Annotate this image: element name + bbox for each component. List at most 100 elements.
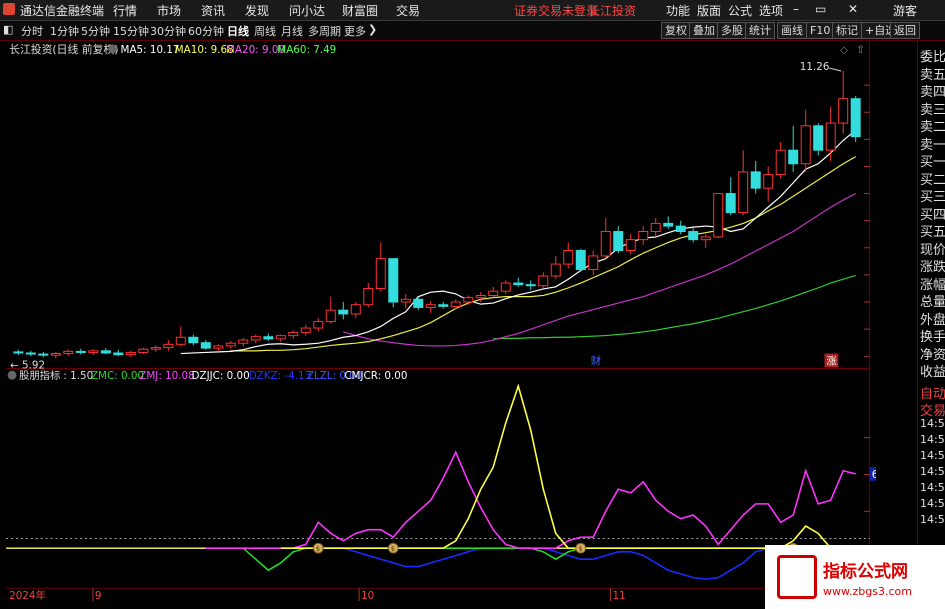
menu-wealth[interactable]: 财富圈 [342, 2, 378, 19]
menu-ask[interactable]: 问小达 [289, 2, 325, 19]
login-status[interactable]: 证券交易未登录 [514, 2, 598, 19]
candle-up [625, 239, 636, 251]
candle-up [763, 174, 774, 189]
menu-discover[interactable]: 发现 [245, 2, 269, 19]
signal-coin-glyph: $ [391, 545, 395, 553]
x-axis-label-oct: 10 [361, 590, 374, 601]
zmj-label: ZMJ: 10.08 [139, 370, 194, 382]
sidebar-item[interactable]: 涨幅 [920, 274, 945, 293]
sidebar-item[interactable]: 买五 [920, 221, 945, 240]
mark-button[interactable]: 标记 [832, 22, 862, 39]
candle-up [475, 295, 486, 299]
menu-formula[interactable]: 公式 [728, 2, 752, 19]
candle-down [263, 336, 274, 340]
period-tab-5min[interactable]: 5分钟 [81, 23, 110, 39]
adjust-button[interactable]: 复权 [661, 22, 691, 39]
sidebar-item[interactable]: 收益 [920, 361, 945, 380]
menu-market[interactable]: 市场 [157, 2, 181, 19]
draw-line-button[interactable]: 画线 [777, 22, 807, 39]
guest-label[interactable]: 游客 [893, 2, 917, 19]
sidebar-item[interactable]: 卖五 [920, 64, 945, 83]
candle-up [250, 336, 261, 341]
period-tab-multi[interactable]: 多周期 [308, 23, 341, 39]
period-tab-15min[interactable]: 15分钟 [113, 23, 149, 39]
sidebar-item[interactable]: 外盘 [920, 309, 945, 328]
period-tab-weekly[interactable]: 周线 [254, 23, 276, 39]
menu-function[interactable]: 功能 [666, 2, 690, 19]
close-icon[interactable]: ✕ [848, 2, 858, 16]
statistics-button[interactable]: 统计 [745, 22, 775, 39]
period-tab-30min[interactable]: 30分钟 [150, 23, 186, 39]
minimize-icon[interactable]: – [793, 2, 799, 16]
candle-up [288, 331, 299, 337]
candle-up [738, 171, 749, 214]
candle-up [450, 301, 461, 307]
candle-up [300, 327, 311, 333]
menu-options[interactable]: 选项 [759, 2, 783, 19]
ma-settings-icon[interactable] [108, 44, 118, 54]
period-tab-60min[interactable]: 60分钟 [188, 23, 224, 39]
limit-up-marker[interactable]: 涨 [826, 355, 837, 367]
back-button[interactable]: 返回 [890, 22, 920, 39]
indicator-param: : 1.50 [63, 370, 93, 382]
period-tab-intraday[interactable]: 分时 [21, 23, 43, 39]
candle-up [463, 297, 474, 303]
period-tab-1min[interactable]: 1分钟 [50, 23, 79, 39]
overlay-button[interactable]: 叠加 [689, 22, 719, 39]
scroll-up-icon[interactable]: ⇧ [856, 43, 865, 56]
period-tab-monthly[interactable]: 月线 [281, 23, 303, 39]
sidebar-item[interactable]: 买三 [920, 186, 945, 205]
ma10-label: MA10: 9.68 [175, 44, 234, 56]
candle-down [813, 125, 824, 151]
sidebar-item[interactable]: 委比 [920, 46, 945, 65]
period-tab-daily[interactable]: 日线 [227, 23, 249, 39]
watermark-title: 指标公式网 [823, 562, 908, 582]
period-tab-more[interactable]: 更多 [344, 23, 366, 39]
sidebar-time: 14:56 [920, 497, 945, 510]
sidebar-item[interactable]: 卖一 [920, 134, 945, 153]
sidebar-item[interactable]: 总量 [920, 291, 945, 310]
candle-up [63, 350, 74, 355]
watermark: 指标公式网 www.zbgs3.com [765, 545, 945, 609]
sidebar-item[interactable]: 涨跌 [920, 256, 945, 275]
sidebar-item[interactable]: 卖二 [920, 116, 945, 135]
candle-up [638, 231, 649, 241]
ma20-label: MA20: 9.00 [226, 44, 285, 56]
chevron-right-icon[interactable]: ❯ [368, 23, 377, 36]
menu-layout[interactable]: 版面 [697, 2, 721, 19]
sidebar-item[interactable]: 买四 [920, 204, 945, 223]
candle-up [275, 335, 286, 340]
candle-up [213, 345, 224, 349]
finance-marker[interactable]: 财 [591, 354, 601, 367]
candle-down [13, 351, 24, 354]
x-axis-label-sep: 9 [95, 590, 102, 601]
menu-news[interactable]: 资讯 [201, 2, 225, 19]
candle-up [775, 149, 786, 176]
multi-stock-button[interactable]: 多股 [717, 22, 747, 39]
sidebar-item[interactable]: 换手 [920, 326, 945, 345]
candle-up [375, 258, 386, 289]
sidebar-item[interactable]: 现价 [920, 239, 945, 258]
sidebar-item[interactable]: 净资 [920, 344, 945, 363]
indicator-settings-icon[interactable] [7, 370, 17, 380]
sidebar-toggle-icon[interactable]: ◧ [3, 23, 13, 36]
low-price-label: ← 5.92 [10, 359, 45, 371]
sidebar-item[interactable]: 卖四 [920, 81, 945, 100]
candle-up [400, 298, 411, 303]
candle-down [663, 222, 674, 227]
candle-down [788, 149, 799, 165]
sidebar-item[interactable]: 买二 [920, 169, 945, 188]
candle-up [325, 309, 336, 323]
kline-chart-panel[interactable]: 长江投资(日线 前复权) MA5: 10.17 MA10: 9.68 MA20:… [0, 41, 876, 601]
sidebar-item[interactable]: 卖三 [920, 99, 945, 118]
watermark-logo-icon [777, 555, 817, 599]
sidebar-item[interactable]: 买一 [920, 151, 945, 170]
diamond-icon[interactable]: ◇ [840, 45, 848, 56]
restore-icon[interactable]: ▭ [815, 2, 826, 16]
menu-trade[interactable]: 交易 [396, 2, 420, 19]
candle-up [500, 282, 511, 292]
f10-button[interactable]: F10 [806, 22, 835, 39]
ma60-label: MA60: 7.49 [277, 44, 336, 56]
app-title: 通达信金融终端 [20, 4, 105, 18]
menu-quotes[interactable]: 行情 [113, 2, 137, 19]
